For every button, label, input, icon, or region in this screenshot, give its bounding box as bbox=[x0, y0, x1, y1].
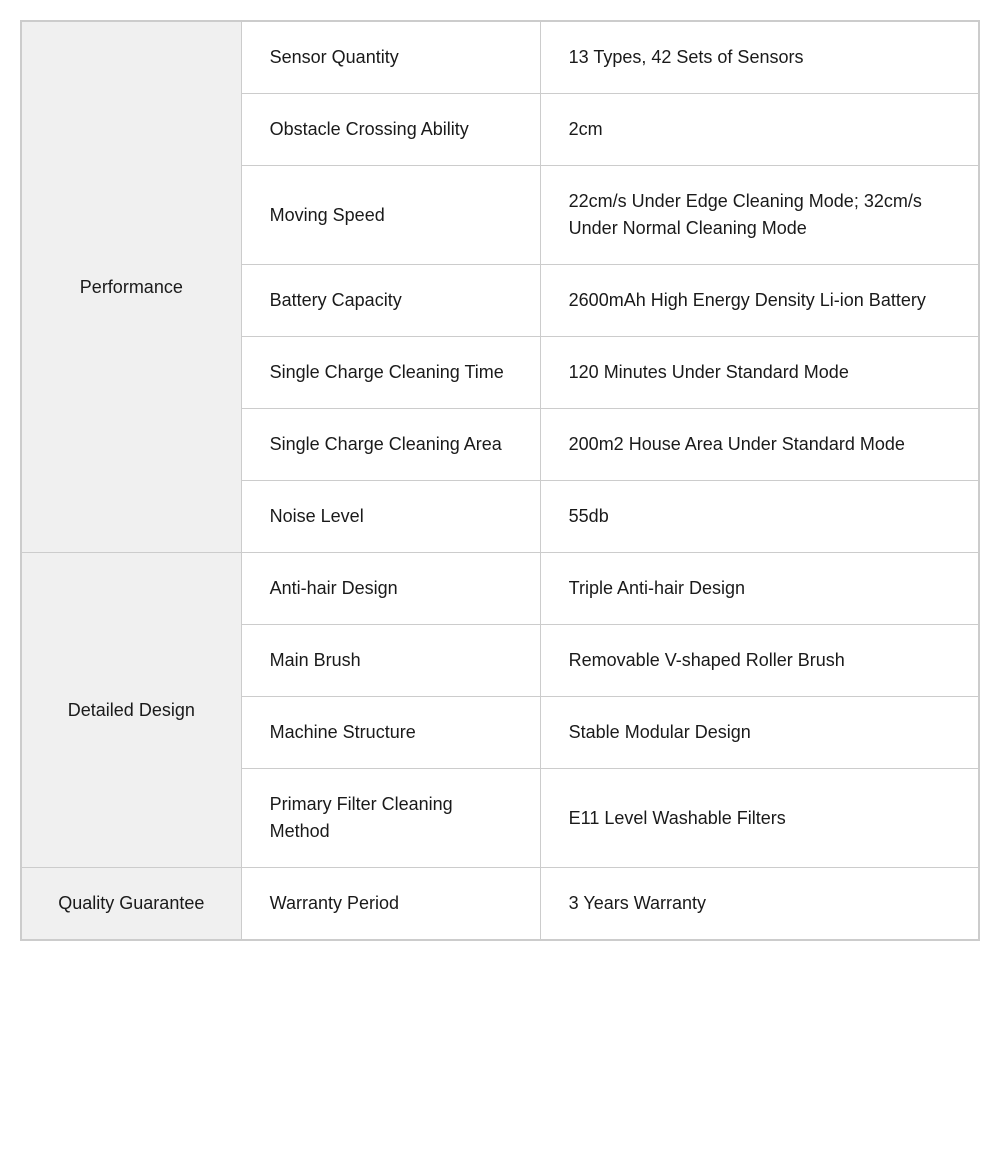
value-cell: 13 Types, 42 Sets of Sensors bbox=[540, 22, 978, 94]
value-cell: 120 Minutes Under Standard Mode bbox=[540, 337, 978, 409]
table-row: PerformanceSensor Quantity13 Types, 42 S… bbox=[22, 22, 979, 94]
attribute-cell: Sensor Quantity bbox=[241, 22, 540, 94]
attribute-cell: Battery Capacity bbox=[241, 265, 540, 337]
attribute-cell: Warranty Period bbox=[241, 868, 540, 940]
attribute-cell: Anti-hair Design bbox=[241, 553, 540, 625]
value-cell: 22cm/s Under Edge Cleaning Mode; 32cm/s … bbox=[540, 166, 978, 265]
attribute-cell: Moving Speed bbox=[241, 166, 540, 265]
value-cell: 200m2 House Area Under Standard Mode bbox=[540, 409, 978, 481]
value-cell: Triple Anti-hair Design bbox=[540, 553, 978, 625]
attribute-cell: Main Brush bbox=[241, 625, 540, 697]
table-row: Quality GuaranteeWarranty Period3 Years … bbox=[22, 868, 979, 940]
attribute-cell: Primary Filter Cleaning Method bbox=[241, 769, 540, 868]
attribute-cell: Noise Level bbox=[241, 481, 540, 553]
value-cell: Removable V-shaped Roller Brush bbox=[540, 625, 978, 697]
attribute-cell: Machine Structure bbox=[241, 697, 540, 769]
value-cell: E11 Level Washable Filters bbox=[540, 769, 978, 868]
category-cell: Quality Guarantee bbox=[22, 868, 242, 940]
specs-table: PerformanceSensor Quantity13 Types, 42 S… bbox=[20, 20, 980, 941]
attribute-cell: Single Charge Cleaning Time bbox=[241, 337, 540, 409]
value-cell: 2600mAh High Energy Density Li-ion Batte… bbox=[540, 265, 978, 337]
table-row: Detailed DesignAnti-hair DesignTriple An… bbox=[22, 553, 979, 625]
attribute-cell: Obstacle Crossing Ability bbox=[241, 94, 540, 166]
value-cell: 3 Years Warranty bbox=[540, 868, 978, 940]
value-cell: 55db bbox=[540, 481, 978, 553]
category-cell: Performance bbox=[22, 22, 242, 553]
category-cell: Detailed Design bbox=[22, 553, 242, 868]
value-cell: Stable Modular Design bbox=[540, 697, 978, 769]
attribute-cell: Single Charge Cleaning Area bbox=[241, 409, 540, 481]
value-cell: 2cm bbox=[540, 94, 978, 166]
